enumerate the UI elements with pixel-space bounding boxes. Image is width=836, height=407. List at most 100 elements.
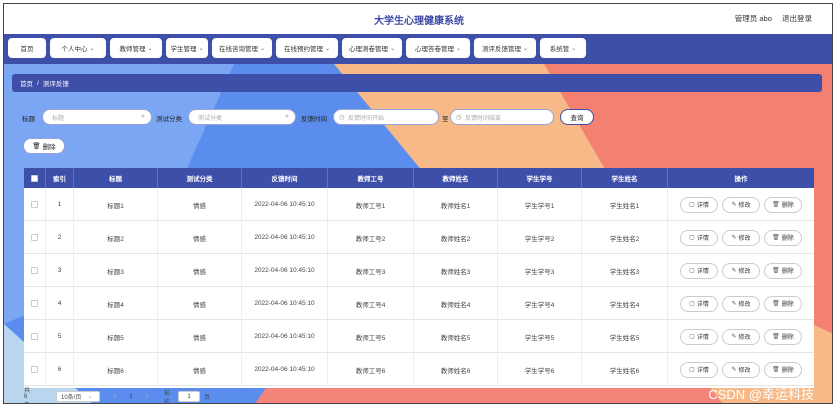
table-row: 2 标题2 情感 2022-04-06 10:45:10 教师工号2 教师姓名2 学生学号2… xyxy=(24,221,814,254)
cell-teacher-no: 教师工号3 xyxy=(328,254,414,287)
breadcrumb: 首页 / 测评反馈 xyxy=(12,74,822,92)
end-date-placeholder: 反馈时间结束 xyxy=(465,115,502,122)
cell-time: 2022-04-06 10:45:10 xyxy=(242,287,328,320)
cell-student-no: 学生学号4 xyxy=(498,287,582,320)
goto-page-input[interactable]: 1 xyxy=(178,391,200,402)
cell-title: 标题5 xyxy=(74,320,158,353)
edit-button[interactable]: ✎ 修改 xyxy=(722,229,760,246)
page-size-select[interactable]: 10条/页 ⌄ xyxy=(56,391,100,402)
delete-button[interactable]: 🗑 删除 xyxy=(764,361,802,378)
table-row: 4 标题4 情感 2022-04-06 10:45:10 教师工号4 教师姓名4 学生学号4… xyxy=(24,287,814,320)
nav-label: 首页 xyxy=(20,46,34,53)
delete-button-label: 删除 xyxy=(781,368,794,374)
row-checkbox[interactable] xyxy=(31,366,38,373)
delete-button-label: 删除 xyxy=(781,335,794,341)
nav-item-consult[interactable]: 在线咨询管理 ⌄ xyxy=(212,38,272,58)
trash-icon: 🗑 xyxy=(32,143,41,150)
col-student-no: 学生学号 xyxy=(498,168,582,188)
edit-button[interactable]: ✎ 修改 xyxy=(722,196,760,213)
category-placeholder: 测试分类 xyxy=(198,115,223,122)
title-filter-label: 标题 xyxy=(22,116,35,123)
nav-item-appointment[interactable]: 在线预约管理 ⌄ xyxy=(276,38,338,58)
delete-button[interactable]: 🗑 删除 xyxy=(764,262,802,279)
cell-teacher-no: 教师工号1 xyxy=(328,188,414,221)
edit-button-label: 修改 xyxy=(738,368,751,374)
detail-button[interactable]: ▢ 详情 xyxy=(680,328,718,345)
cell-actions: ▢ 详情 ✎ 修改 🗑 删除 xyxy=(668,188,814,221)
col-actions: 操作 xyxy=(734,176,748,183)
delete-button[interactable]: 🗑 删除 xyxy=(764,295,802,312)
breadcrumb-separator: / xyxy=(37,79,39,87)
title-search-input[interactable]: 标题 ⌕ xyxy=(42,109,152,125)
detail-button[interactable]: ▢ 详情 xyxy=(680,229,718,246)
cell-teacher-name: 教师姓名5 xyxy=(414,320,498,353)
cell-index: 1 xyxy=(46,188,74,221)
breadcrumb-home[interactable]: 首页 xyxy=(20,78,33,88)
row-select-cell xyxy=(24,287,46,320)
calendar-icon: ◷ xyxy=(456,114,462,121)
row-checkbox[interactable] xyxy=(31,333,38,340)
nav-item-system[interactable]: 系统管 ⌄ xyxy=(540,38,586,58)
prev-page-button[interactable]: < xyxy=(108,391,122,402)
trash-icon: 🗑 xyxy=(772,268,780,274)
next-page-button[interactable]: > xyxy=(140,391,154,402)
nav-item-teachers[interactable]: 教师管理 ⌄ xyxy=(110,38,162,58)
cell-category: 情感 xyxy=(158,254,242,287)
cell-actions: ▢ 详情 ✎ 修改 🗑 删除 xyxy=(668,353,814,386)
detail-button[interactable]: ▢ 详情 xyxy=(680,196,718,213)
start-date-input[interactable]: ◷ 反馈时间开始 xyxy=(333,109,439,125)
document-icon: ▢ xyxy=(689,268,695,274)
delete-button[interactable]: 🗑 删除 xyxy=(764,328,802,345)
logout-link[interactable]: 退出登录 xyxy=(782,14,812,23)
top-header: 大学生心理健康系统 管理员 abo 退出登录 xyxy=(4,4,832,34)
detail-button[interactable]: ▢ 详情 xyxy=(680,361,718,378)
row-checkbox[interactable] xyxy=(31,201,38,208)
search-button[interactable]: 查询 xyxy=(560,109,594,125)
detail-button[interactable]: ▢ 详情 xyxy=(680,295,718,312)
nav-item-home[interactable]: 首页 xyxy=(8,38,46,58)
row-checkbox[interactable] xyxy=(31,267,38,274)
edit-button[interactable]: ✎ 修改 xyxy=(722,361,760,378)
trash-icon: 🗑 xyxy=(772,334,780,340)
pencil-icon: ✎ xyxy=(731,235,737,241)
detail-button[interactable]: ▢ 详情 xyxy=(680,262,718,279)
cell-student-name: 学生姓名1 xyxy=(582,188,668,221)
nav-item-feedback[interactable]: 测评反馈管理 ⌄ xyxy=(474,38,536,58)
col-student-name: 学生姓名 xyxy=(582,168,668,188)
row-checkbox[interactable] xyxy=(31,300,38,307)
row-select-cell xyxy=(24,353,46,386)
cell-title: 标题2 xyxy=(74,221,158,254)
nav-item-profile[interactable]: 个人中心 ⌄ xyxy=(50,38,106,58)
delete-button[interactable]: 🗑 删除 xyxy=(764,196,802,213)
cell-teacher-name: 教师姓名6 xyxy=(414,353,498,386)
chevron-down-icon: ⌄ xyxy=(324,45,331,52)
nav-label: 心理答卷管理 xyxy=(414,46,454,53)
nav-item-students[interactable]: 学生管理 ⌄ xyxy=(166,38,208,58)
select-all-checkbox[interactable] xyxy=(31,174,38,182)
current-page[interactable]: 1 xyxy=(124,391,138,402)
edit-button[interactable]: ✎ 修改 xyxy=(722,262,760,279)
row-select-cell xyxy=(24,221,46,254)
edit-button-label: 修改 xyxy=(738,203,751,209)
edit-button-label: 修改 xyxy=(738,302,751,308)
delete-button[interactable]: 🗑 删除 xyxy=(764,229,802,246)
batch-delete-button[interactable]: 🗑 删除 xyxy=(23,138,65,154)
cell-student-no: 学生学号5 xyxy=(498,320,582,353)
category-search-input[interactable]: 测试分类 ⌕ xyxy=(188,109,296,125)
nav-item-answer-sheets[interactable]: 心理答卷管理 ⌄ xyxy=(406,38,470,58)
cell-index: 2 xyxy=(46,221,74,254)
end-date-input[interactable]: ◷ 反馈时间结束 xyxy=(450,109,554,125)
cell-actions: ▢ 详情 ✎ 修改 🗑 删除 xyxy=(668,254,814,287)
edit-button[interactable]: ✎ 修改 xyxy=(722,328,760,345)
edit-button[interactable]: ✎ 修改 xyxy=(722,295,760,312)
cell-actions: ▢ 详情 ✎ 修改 🗑 删除 xyxy=(668,221,814,254)
row-checkbox[interactable] xyxy=(31,234,38,241)
main-nav: 首页 个人中心 ⌄ 教师管理 ⌄ 学生管理 ⌄ 在线咨询管理 ⌄ 在线预约管理 ⌄ 心理测… xyxy=(4,34,832,64)
nav-item-test-papers[interactable]: 心理测卷管理 ⌄ xyxy=(342,38,402,58)
pencil-icon: ✎ xyxy=(731,367,737,373)
watermark: CSDN @幸运科技 xyxy=(708,387,814,402)
to-label: 至 xyxy=(442,116,449,123)
document-icon: ▢ xyxy=(689,334,695,340)
cell-student-name: 学生姓名6 xyxy=(582,353,668,386)
nav-label: 系统管 xyxy=(549,46,570,53)
